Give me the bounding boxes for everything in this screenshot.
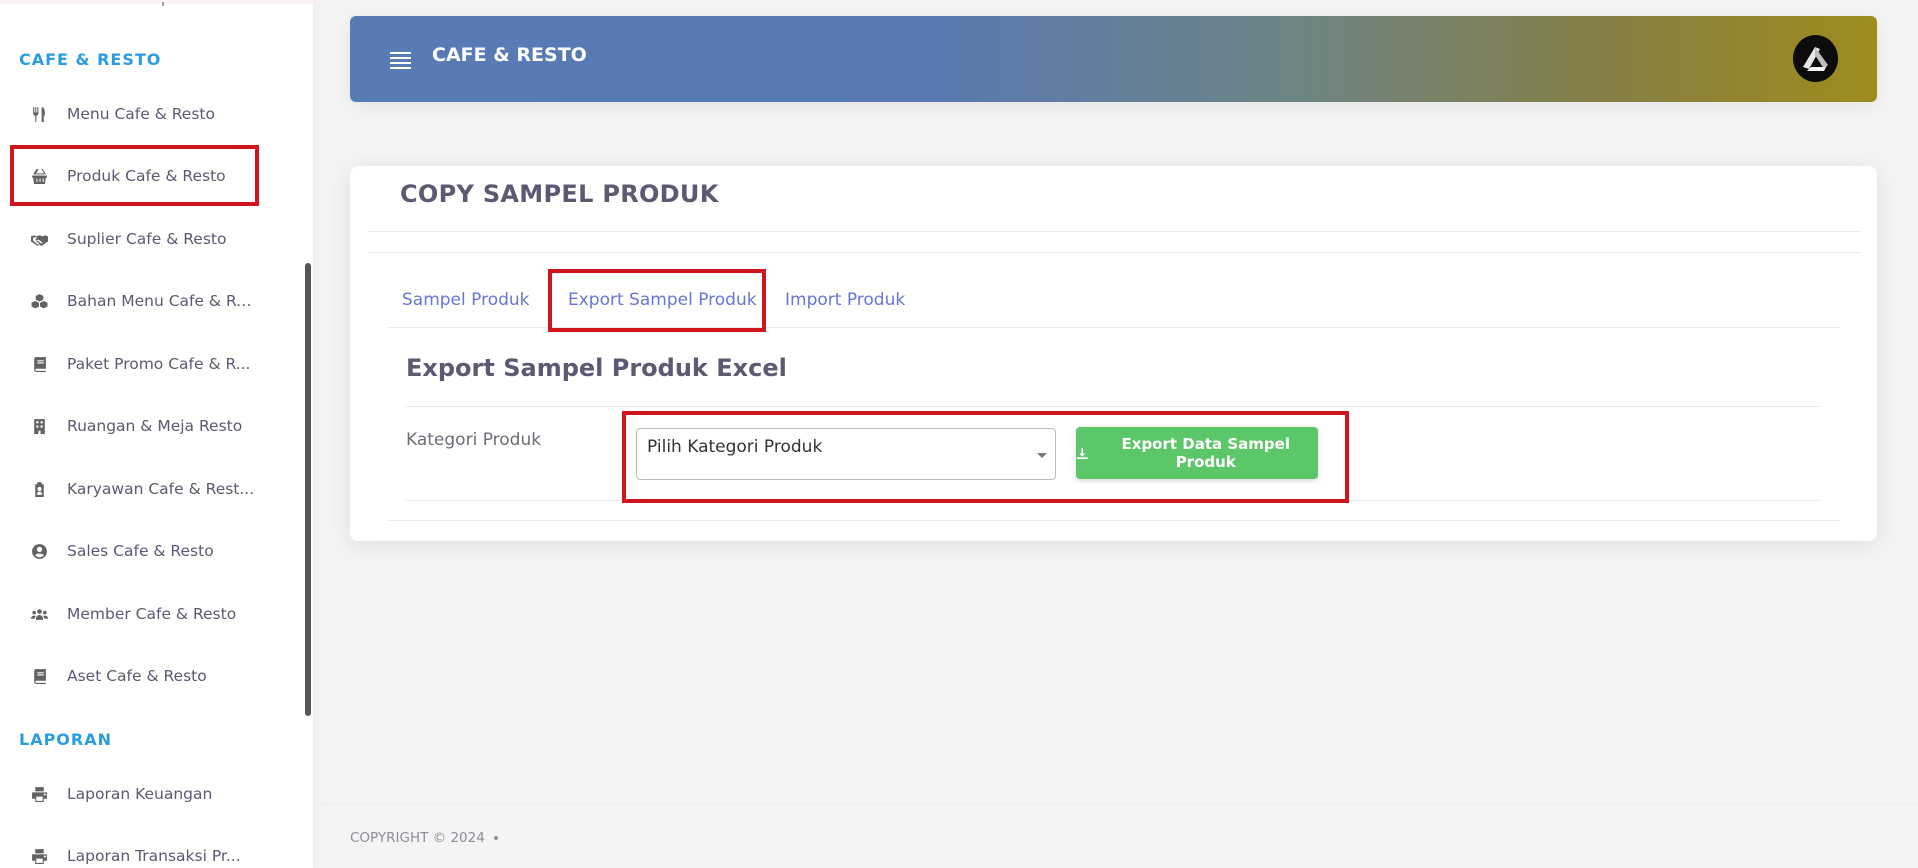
sidebar-top-mark	[162, 2, 164, 6]
sidebar-item-label: Laporan Transaksi Pr...	[67, 847, 241, 865]
kategori-produk-label: Kategori Produk	[406, 430, 542, 450]
header-bar: CAFE & RESTO	[350, 16, 1877, 102]
sidebar-item-label: Ruangan & Meja Resto	[67, 417, 243, 435]
form-divider	[406, 500, 1820, 501]
card-title: COPY SAMPEL PRODUK	[400, 180, 719, 208]
sidebar-top-strip	[0, 0, 313, 4]
kategori-produk-select[interactable]: Pilih Kategori Produk	[636, 428, 1056, 480]
basket-icon	[29, 168, 49, 185]
sidebar-item-label: Member Cafe & Resto	[67, 605, 237, 623]
card-bottom-divider	[388, 520, 1840, 521]
sidebar-item-produk[interactable]: Produk Cafe & Resto	[10, 146, 260, 206]
copy-sampel-produk-card: COPY SAMPEL PRODUK Sampel Produk Export …	[350, 166, 1877, 541]
sidebar-item-label: Aset Cafe & Resto	[67, 667, 207, 685]
sidebar-item-label: Produk Cafe & Resto	[67, 167, 226, 185]
tab-bar: Sampel Produk Export Sampel Produk Impor…	[382, 266, 1844, 330]
printer-icon	[29, 786, 49, 803]
sidebar-item-label: Karyawan Cafe & Rest...	[67, 480, 255, 498]
sidebar-item-aset[interactable]: Aset Cafe & Resto	[10, 646, 260, 706]
users-icon	[29, 606, 49, 623]
sidebar-item-karyawan[interactable]: Karyawan Cafe & Rest...	[10, 459, 260, 519]
export-data-button[interactable]: Export Data Sampel Produk	[1076, 427, 1318, 479]
user-circle-icon	[29, 543, 49, 560]
sidebar-item-paket-promo[interactable]: Paket Promo Cafe & R...	[10, 334, 260, 394]
tab-export-sampel-produk[interactable]: Export Sampel Produk	[568, 290, 757, 310]
user-badge-icon	[29, 481, 49, 498]
tab-bar-underline	[388, 327, 1840, 328]
sidebar-item-member[interactable]: Member Cafe & Resto	[10, 584, 260, 644]
copyright-text: COPYRIGHT © 2024	[350, 830, 485, 846]
card-divider	[368, 252, 1862, 253]
footer-divider	[313, 803, 1918, 804]
footer-dot	[493, 836, 498, 840]
sidebar-item-ruangan-meja[interactable]: Ruangan & Meja Resto	[10, 396, 260, 456]
sidebar-item-menu[interactable]: Menu Cafe & Resto	[10, 84, 260, 144]
sidebar-item-label: Bahan Menu Cafe & Re...	[67, 292, 257, 310]
sidebar-item-label: Paket Promo Cafe & R...	[67, 355, 251, 373]
section-title: Export Sampel Produk Excel	[406, 354, 787, 382]
card-divider	[368, 231, 1862, 232]
sidebar-item-label: Menu Cafe & Resto	[67, 105, 215, 123]
handshake-icon	[29, 231, 49, 248]
sidebar-item-label: Sales Cafe & Resto	[67, 542, 214, 560]
tab-sampel-produk[interactable]: Sampel Produk	[402, 290, 530, 310]
sidebar-item-suplier[interactable]: Suplier Cafe & Resto	[10, 209, 260, 269]
sidebar-item-sales[interactable]: Sales Cafe & Resto	[10, 521, 260, 581]
sidebar-item-label: Laporan Keuangan	[67, 785, 213, 803]
book-icon	[29, 356, 49, 373]
header-title: CAFE & RESTO	[432, 44, 587, 66]
hamburger-menu-icon[interactable]	[390, 52, 411, 69]
sidebar-item-bahan-menu[interactable]: Bahan Menu Cafe & Re...	[10, 271, 260, 331]
sidebar-item-laporan-keuangan[interactable]: Laporan Keuangan	[10, 764, 260, 824]
building-icon	[29, 418, 49, 435]
sidebar-section-laporan: LAPORAN	[19, 730, 112, 749]
sidebar-section-cafe-resto: CAFE & RESTO	[19, 50, 162, 69]
book-icon	[29, 668, 49, 685]
sidebar-scrollbar[interactable]	[305, 263, 311, 716]
user-avatar[interactable]	[1793, 35, 1838, 82]
footer: COPYRIGHT © 2024	[350, 830, 498, 846]
cubes-icon	[29, 293, 49, 310]
tab-import-produk[interactable]: Import Produk	[785, 290, 905, 310]
sidebar-item-label: Suplier Cafe & Resto	[67, 230, 227, 248]
export-button-label: Export Data Sampel Produk	[1121, 435, 1290, 471]
select-value: Pilih Kategori Produk	[647, 437, 823, 457]
printer-icon	[29, 848, 49, 865]
sidebar: CAFE & RESTO Menu Cafe & Resto Produk Ca…	[0, 0, 313, 868]
section-divider	[406, 406, 1820, 407]
chevron-down-icon	[1037, 453, 1047, 458]
sidebar-item-laporan-transaksi[interactable]: Laporan Transaksi Pr...	[10, 826, 260, 868]
download-icon	[1076, 447, 1088, 459]
utensils-icon	[29, 106, 49, 123]
